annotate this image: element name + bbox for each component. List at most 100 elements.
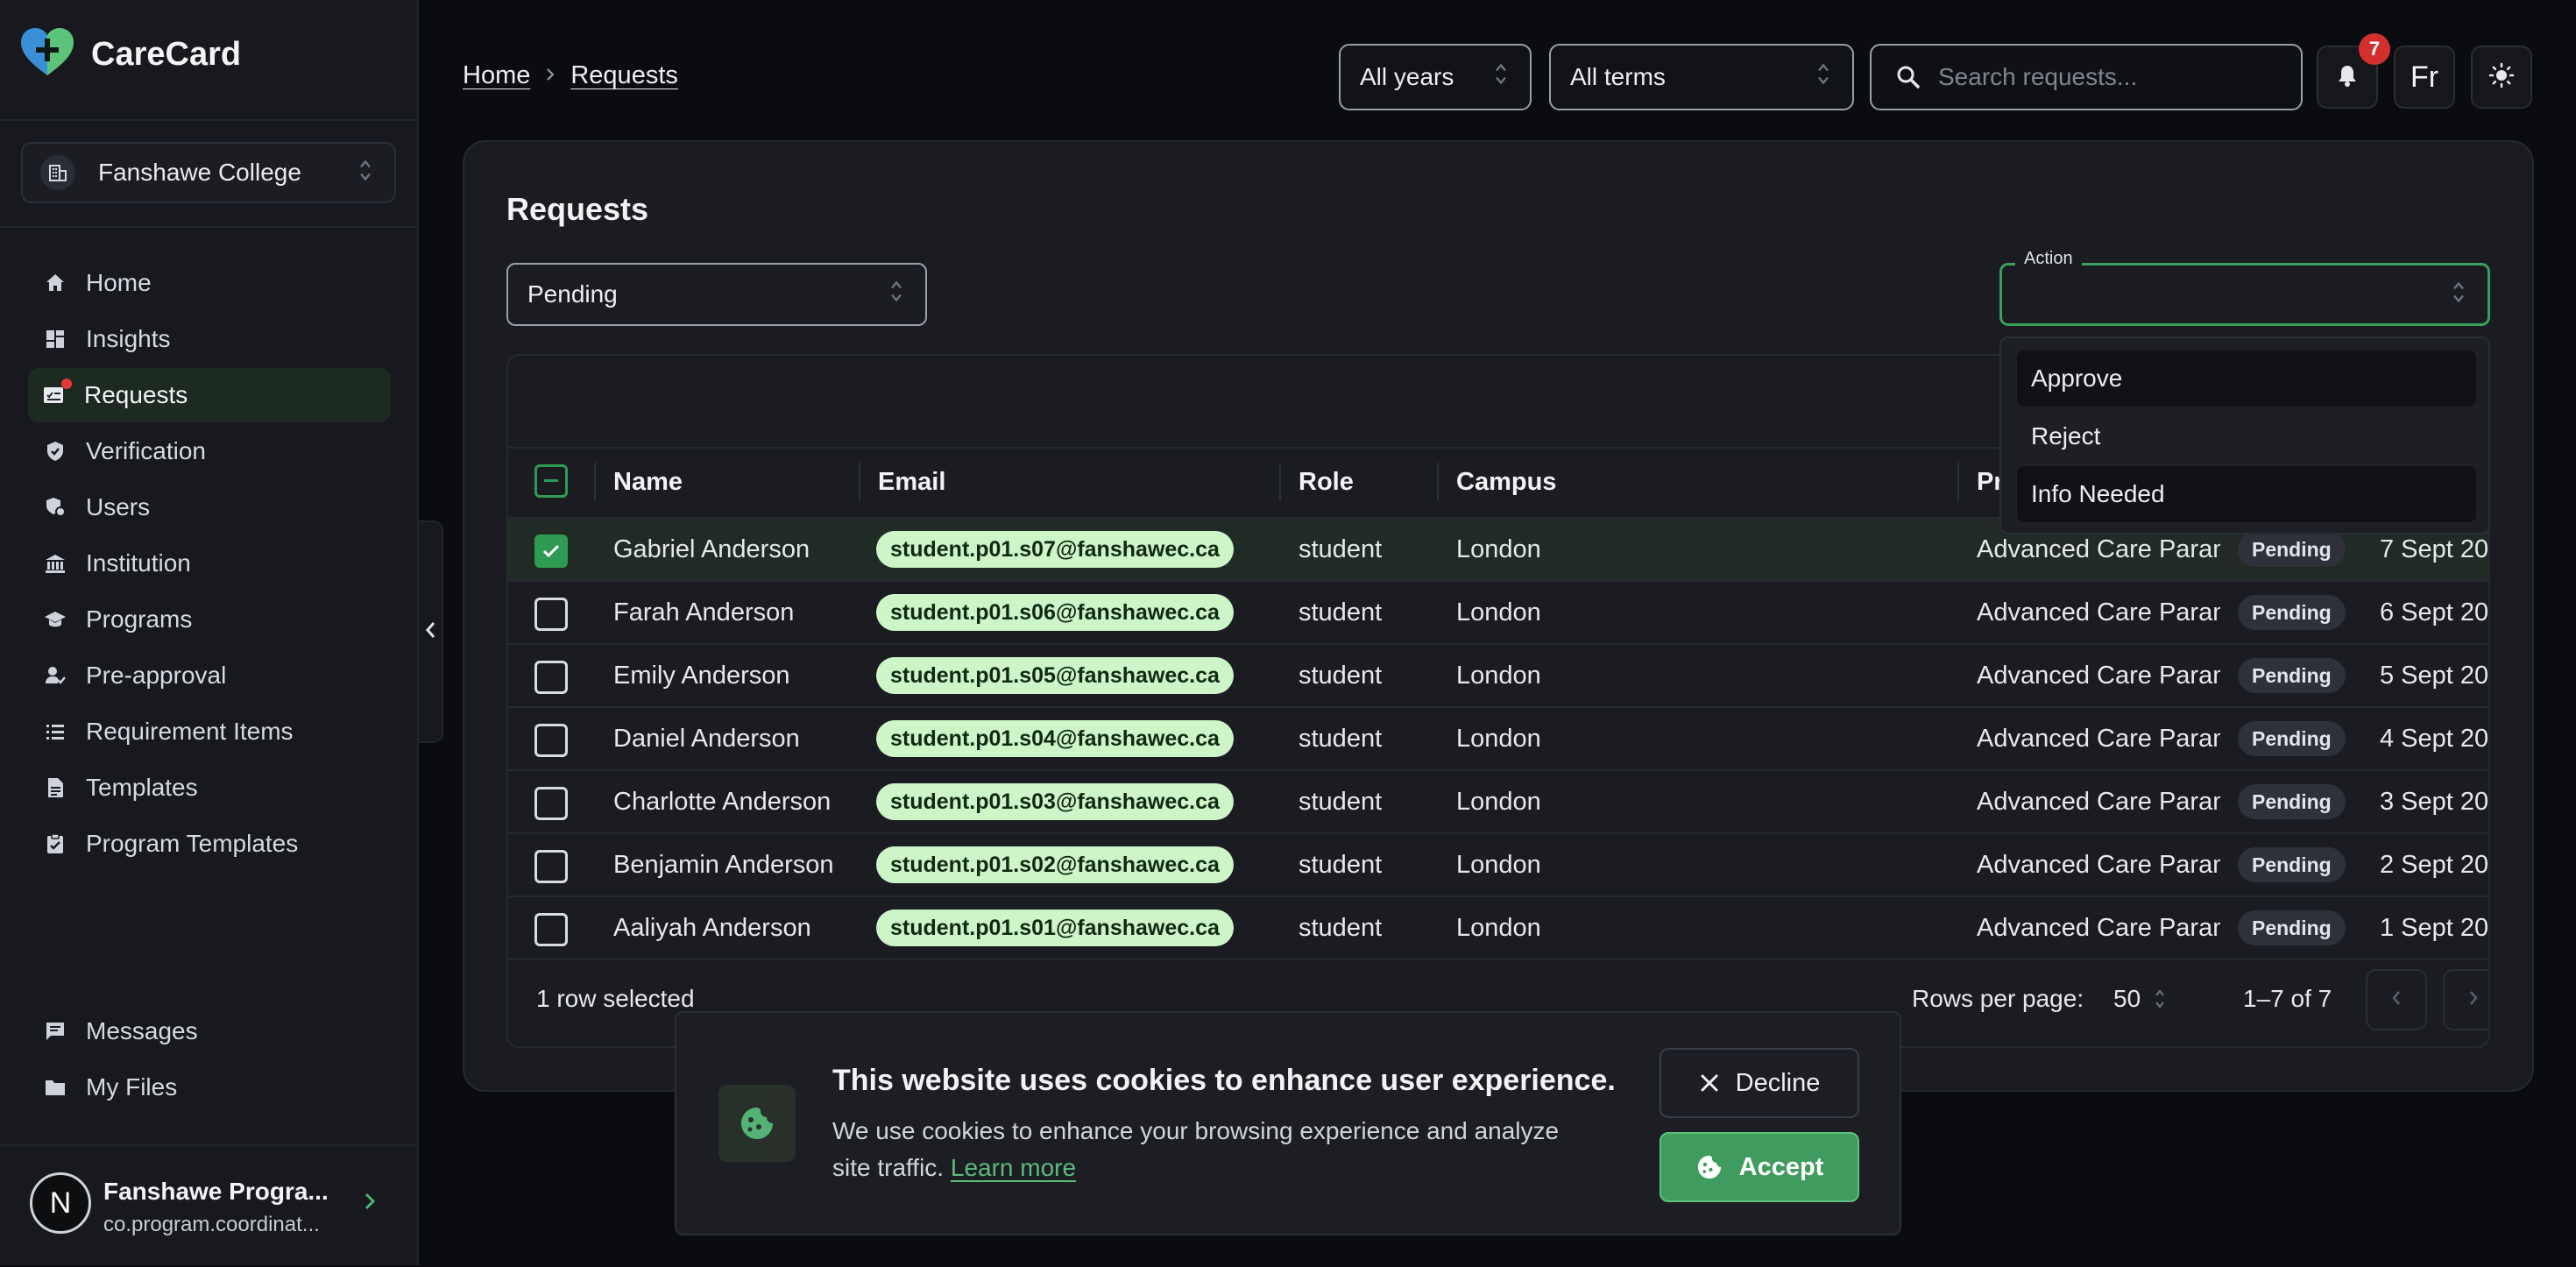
table-row[interactable]: Charlotte Anderson student.p01.s03@fansha…: [508, 771, 2488, 834]
sidebar-item-verification[interactable]: Verification: [30, 424, 391, 478]
sun-icon: [2488, 62, 2515, 93]
accept-cookies-button[interactable]: Accept: [1660, 1132, 1859, 1202]
document-icon: [42, 775, 68, 801]
term-select[interactable]: All terms: [1549, 44, 1854, 110]
column-header-email[interactable]: Email: [878, 447, 945, 517]
rows-per-page-label: Rows per page:: [1912, 985, 2084, 1012]
cell-role: student: [1299, 661, 1383, 690]
action-option-info-needed[interactable]: Info Needed: [2017, 466, 2476, 522]
folder-icon: [42, 1074, 68, 1101]
breadcrumb-home[interactable]: Home: [463, 61, 530, 90]
cell-campus: London: [1456, 913, 1541, 942]
row-checkbox[interactable]: [534, 724, 568, 757]
cell-name: Charlotte Anderson: [613, 787, 832, 816]
table-row[interactable]: Daniel Anderson student.p01.s04@fanshawec…: [508, 708, 2488, 771]
sidebar-item-requirement-items[interactable]: Requirement Items: [30, 704, 391, 759]
cell-date: 2 Sept 20: [2380, 850, 2489, 879]
decline-label: Decline: [1735, 1068, 1821, 1097]
rows-per-page-value: 50: [2113, 985, 2141, 1012]
cookie-body-text: We use cookies to enhance your browsing …: [832, 1117, 1560, 1181]
sidebar-item-label: Pre-approval: [86, 662, 227, 689]
sidebar-item-users[interactable]: Users: [30, 480, 391, 534]
action-option-approve[interactable]: Approve: [2017, 350, 2476, 407]
sidebar-item-pre-approval[interactable]: Pre-approval: [30, 648, 391, 703]
breadcrumb-requests[interactable]: Requests: [570, 61, 678, 90]
search-box[interactable]: [1870, 44, 2303, 110]
sidebar-item-insights[interactable]: Insights: [30, 312, 391, 366]
cell-email: student.p01.s01@fanshawec.ca: [876, 897, 1270, 959]
row-checkbox[interactable]: [534, 913, 568, 946]
user-check-icon: [42, 662, 68, 689]
sidebar-item-messages[interactable]: Messages: [30, 1004, 391, 1058]
table-row[interactable]: Aaliyah Anderson student.p01.s01@fanshawe…: [508, 897, 2488, 960]
sidebar-item-templates[interactable]: Templates: [30, 761, 391, 815]
row-checkbox[interactable]: [534, 534, 568, 568]
next-page-button[interactable]: [2443, 969, 2488, 1030]
rows-per-page-select[interactable]: 50: [2113, 980, 2167, 1018]
theme-toggle-button[interactable]: [2471, 46, 2532, 109]
column-header-name[interactable]: Name: [613, 447, 683, 517]
cell-program: Advanced Care Param: [1977, 724, 2220, 753]
table-row[interactable]: Emily Anderson student.p01.s05@fanshawec.…: [508, 645, 2488, 708]
decline-cookies-button[interactable]: Decline: [1660, 1048, 1859, 1118]
cookie-icon: [1695, 1153, 1723, 1181]
year-select[interactable]: All years: [1339, 44, 1532, 110]
cookie-banner: This website uses cookies to enhance use…: [675, 1011, 1901, 1235]
cell-program: Advanced Care Param: [1977, 598, 2220, 626]
column-separator: [1957, 463, 1959, 501]
column-header-campus[interactable]: Campus: [1456, 447, 1556, 517]
column-header-role[interactable]: Role: [1299, 447, 1354, 517]
language-toggle-button[interactable]: Fr: [2394, 46, 2455, 109]
table-row[interactable]: Farah Anderson student.p01.s06@fanshawec.…: [508, 582, 2488, 645]
learn-more-link[interactable]: Learn more: [951, 1154, 1076, 1181]
status-filter-select[interactable]: Pending: [506, 263, 927, 326]
status-badge: Pending: [2238, 847, 2346, 882]
sidebar-item-requests[interactable]: Requests: [28, 368, 391, 422]
chevron-right-icon: [544, 61, 556, 90]
cookie-title: This website uses cookies to enhance use…: [832, 1064, 1616, 1097]
user-name: Fanshawe Progra...: [103, 1178, 329, 1205]
cell-program: Advanced Care Param: [1977, 787, 2220, 816]
row-checkbox[interactable]: [534, 661, 568, 694]
cell-status: Pending: [2238, 834, 2378, 895]
building-icon: [40, 155, 75, 190]
cell-name: Daniel Anderson: [613, 724, 800, 753]
sidebar-collapse-button[interactable]: [419, 520, 443, 743]
action-select-label: Action: [2015, 249, 2082, 269]
user-account[interactable]: N Fanshawe Progra... co.program.coordina…: [0, 1144, 417, 1267]
sidebar-item-program-templates[interactable]: Program Templates: [30, 817, 391, 871]
row-checkbox[interactable]: [534, 787, 568, 820]
bell-icon: [2336, 63, 2359, 92]
select-all-checkbox[interactable]: [534, 464, 568, 498]
cell-campus: London: [1456, 534, 1541, 563]
cell-name: Aaliyah Anderson: [613, 913, 811, 942]
dashboard-icon: [42, 326, 68, 352]
sidebar-item-programs[interactable]: Programs: [30, 592, 391, 647]
sidebar-item-label: Requests: [84, 381, 188, 408]
notification-dot: [61, 379, 72, 389]
sidebar-item-institution[interactable]: Institution: [30, 536, 391, 591]
sidebar-item-home[interactable]: Home: [30, 256, 391, 310]
institution-select[interactable]: Fanshawe College: [21, 142, 396, 203]
language-label: Fr: [2410, 60, 2439, 94]
table-row[interactable]: Benjamin Anderson student.p01.s02@fanshaw…: [508, 834, 2488, 897]
previous-page-button[interactable]: [2366, 969, 2427, 1030]
updown-chevron-icon: [1815, 60, 1831, 96]
cell-role: student: [1299, 913, 1383, 942]
sidebar-item-my-files[interactable]: My Files: [30, 1060, 391, 1115]
cell-status: Pending: [2238, 708, 2378, 769]
search-input[interactable]: [1936, 62, 2290, 92]
row-checkbox[interactable]: [534, 850, 568, 883]
email-chip: student.p01.s02@fanshawec.ca: [876, 846, 1234, 883]
requests-icon: [40, 379, 72, 408]
action-select[interactable]: [1999, 263, 2490, 326]
brand[interactable]: CareCard: [19, 26, 241, 82]
cell-date: 3 Sept 20: [2380, 787, 2489, 816]
cell-role: student: [1299, 787, 1383, 816]
row-checkbox[interactable]: [534, 598, 568, 631]
action-option-reject[interactable]: Reject: [2017, 408, 2476, 464]
cell-program: Advanced Care Param: [1977, 850, 2220, 879]
pagination-range: 1–7 of 7: [2243, 985, 2332, 1012]
updown-chevron-icon: [1493, 60, 1509, 96]
close-icon: [1699, 1072, 1720, 1094]
